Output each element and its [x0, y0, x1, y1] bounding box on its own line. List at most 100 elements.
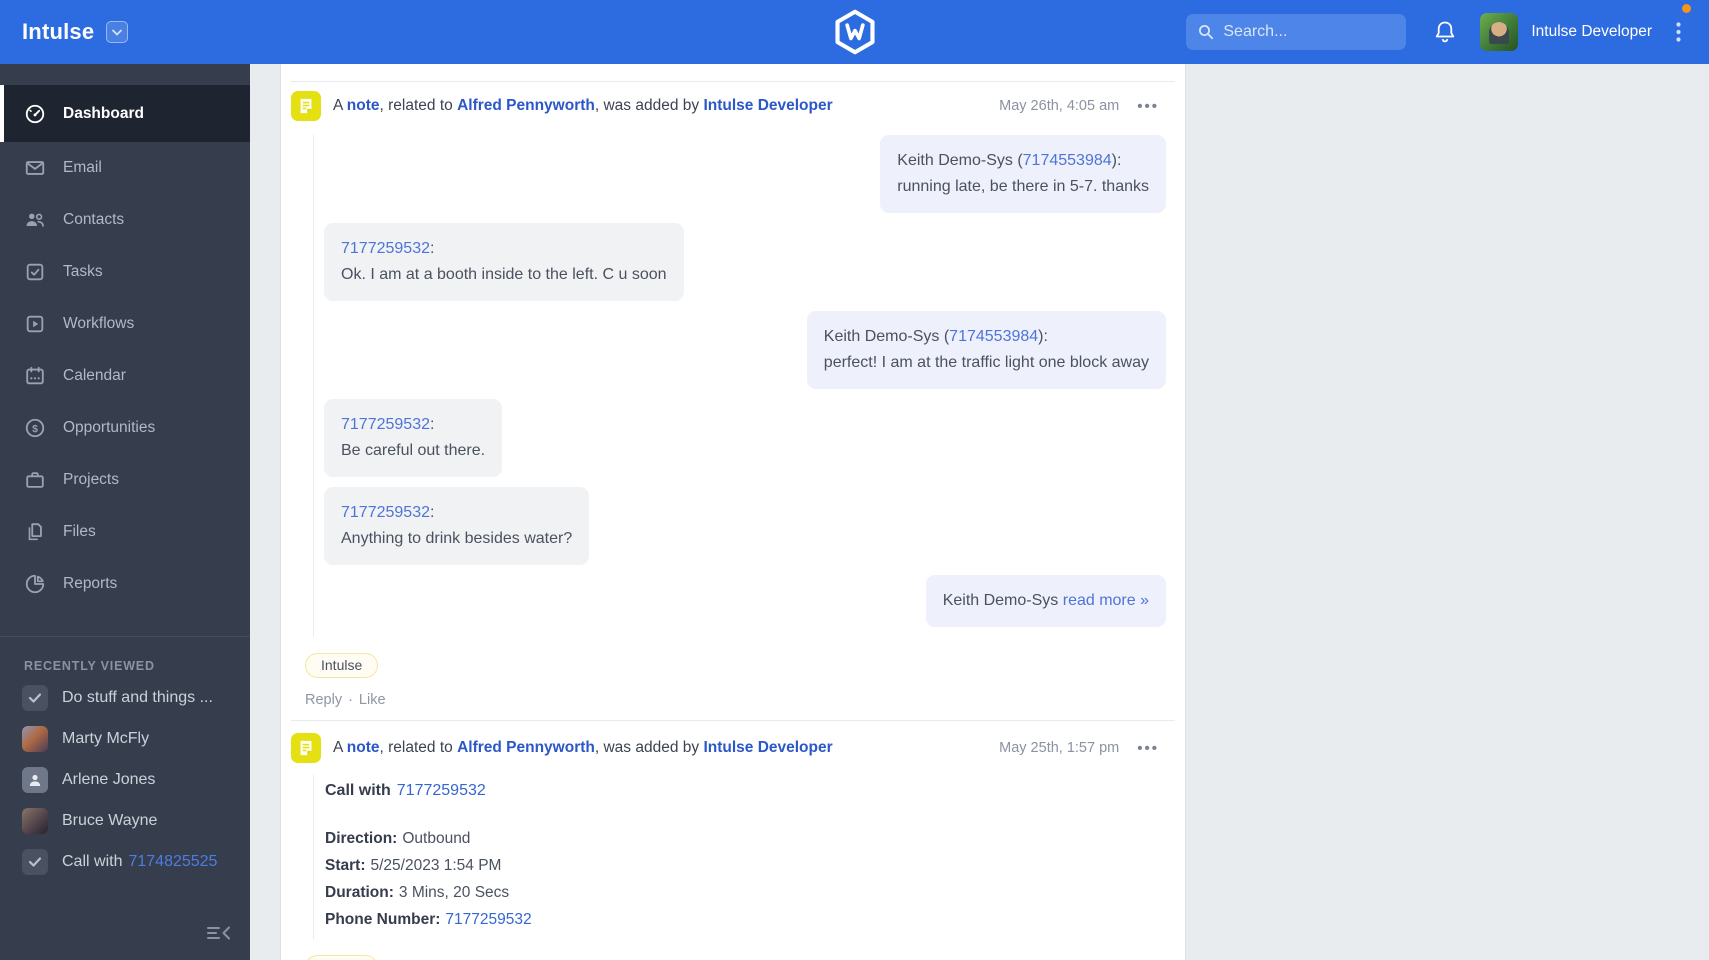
call-title: Call with 7177259532 — [325, 782, 486, 799]
sidebar-item-opportunities[interactable]: $ Opportunities — [0, 402, 250, 454]
contact-link[interactable]: Alfred Pennyworth — [457, 97, 595, 114]
note-link[interactable]: note — [347, 739, 380, 756]
envelope-icon — [24, 157, 46, 179]
sidebar-item-projects[interactable]: Projects — [0, 454, 250, 506]
task-check-icon — [22, 684, 48, 711]
note-icon — [291, 91, 321, 121]
note-header-sentence: A note, related to Alfred Pennyworth, wa… — [333, 739, 833, 756]
search-input[interactable] — [1223, 23, 1431, 41]
author-link[interactable]: Intulse Developer — [703, 97, 832, 114]
play-square-icon — [24, 313, 46, 335]
note-options-menu[interactable]: ••• — [1137, 740, 1159, 757]
notifications-bell-icon[interactable] — [1434, 20, 1456, 44]
brand-dropdown-button[interactable] — [106, 21, 129, 43]
reply-button[interactable]: Reply — [305, 692, 342, 708]
sidebar-item-tasks[interactable]: Tasks — [0, 246, 250, 298]
phone-number-link[interactable]: 7177259532 — [341, 504, 430, 521]
read-more-link[interactable]: read more » — [1063, 592, 1149, 609]
sms-bubble-readmore: Keith Demo-Sys read more » — [925, 575, 1166, 627]
sidebar-item-dashboard[interactable]: Dashboard — [0, 85, 250, 142]
like-button[interactable]: Like — [359, 692, 386, 708]
phone-number-link[interactable]: 7177259532 — [341, 416, 430, 433]
sms-sender: 7177259532: — [341, 240, 435, 257]
note-timestamp: May 25th, 1:57 pm — [999, 740, 1120, 756]
user-menu-kebab[interactable] — [1670, 4, 1691, 48]
tag-badge-intulse: Intulse — [305, 653, 379, 678]
contact-link[interactable]: Alfred Pennyworth — [457, 739, 595, 756]
pie-chart-icon — [24, 573, 46, 595]
note-header: A note, related to Alfred Pennyworth, wa… — [291, 733, 1175, 763]
note-timestamp: May 26th, 4:05 am — [999, 98, 1120, 114]
recent-item-label: Marty McFly — [62, 729, 150, 747]
recent-item-contact[interactable]: Arlene Jones — [0, 759, 250, 800]
phone-number-link[interactable]: 7177259532 — [397, 782, 486, 799]
sms-bubble-outgoing: 7177259532: Be careful out there. — [324, 399, 503, 477]
main-content-area: A note, related to Alfred Pennyworth, wa… — [250, 64, 1709, 960]
sms-text: Ok. I am at a booth inside to the left. … — [341, 266, 667, 283]
sms-text: Anything to drink besides water? — [341, 530, 573, 547]
sidebar-item-label: Opportunities — [63, 419, 156, 436]
sms-bubble-incoming: Keith Demo-Sys (7174553984): running lat… — [880, 135, 1166, 213]
recently-viewed-heading: RECENTLY VIEWED — [24, 659, 155, 673]
sidebar-item-label: Dashboard — [63, 104, 144, 122]
recent-item-label: Arlene Jones — [62, 770, 156, 788]
user-avatar[interactable] — [1480, 13, 1519, 51]
contact-photo-avatar — [22, 725, 48, 752]
sidebar-collapse-toggle[interactable] — [202, 920, 236, 946]
documents-icon — [24, 521, 46, 543]
sidebar-item-label: Tasks — [63, 263, 103, 280]
recent-item-contact[interactable]: Marty McFly — [0, 718, 250, 759]
sms-sender: 7177259532: — [341, 416, 435, 433]
note-header-sentence: A note, related to Alfred Pennyworth, wa… — [333, 97, 833, 114]
checkbox-icon — [24, 261, 46, 283]
tag-badge-intulse: Intulse — [305, 955, 379, 960]
sidebar-item-label: Contacts — [63, 211, 125, 228]
user-name-label: Intulse Developer — [1531, 23, 1652, 40]
note-options-menu[interactable]: ••• — [1137, 98, 1159, 115]
sidebar-item-label: Projects — [63, 471, 119, 488]
sms-thread: Keith Demo-Sys (7174553984): running lat… — [313, 135, 1175, 637]
search-box — [1186, 14, 1431, 50]
feed-item-note-2: A note, related to Alfred Pennyworth, wa… — [291, 721, 1175, 960]
phone-number-link[interactable]: 7174825525 — [128, 853, 217, 871]
collapse-icon — [207, 926, 230, 940]
brand-logo-text: Intulse — [22, 19, 95, 44]
note-link[interactable]: note — [347, 97, 380, 114]
phone-number-link[interactable]: 7177259532 — [341, 240, 430, 257]
contact-photo-avatar — [22, 807, 48, 834]
sidebar-item-workflows[interactable]: Workflows — [0, 298, 250, 350]
users-icon — [24, 209, 46, 231]
recent-item-label: Call with — [62, 852, 123, 870]
recent-item-contact[interactable]: Bruce Wayne — [0, 800, 250, 841]
sidebar-item-calendar[interactable]: Calendar — [0, 350, 250, 402]
sidebar-item-files[interactable]: Files — [0, 506, 250, 558]
call-field-duration: Duration: 3 Mins, 20 Secs — [325, 884, 510, 901]
call-field-start: Start: 5/25/2023 1:54 PM — [325, 857, 502, 874]
recent-item-call[interactable]: Call with 7174825525 — [0, 841, 250, 882]
notification-dot — [1682, 4, 1691, 13]
sidebar-item-label: Files — [63, 523, 96, 540]
author-link[interactable]: Intulse Developer — [703, 739, 832, 756]
recent-item-label: Bruce Wayne — [62, 811, 158, 829]
call-note-body: Call with 7177259532 Direction: Outbound S… — [313, 775, 1175, 939]
recent-item-task[interactable]: Do stuff and things ... — [0, 677, 250, 718]
sidebar-item-reports[interactable]: Reports — [0, 558, 250, 610]
intulse-hexagon-logo — [832, 9, 878, 55]
sidebar-nav: Dashboard Email Contacts Tasks Workflows — [0, 64, 250, 960]
sidebar-item-email[interactable]: Email — [0, 142, 250, 194]
sidebar-item-contacts[interactable]: Contacts — [0, 194, 250, 246]
note-icon — [291, 733, 321, 763]
phone-number-link[interactable]: 7174553984 — [1023, 152, 1112, 169]
call-field-direction: Direction: Outbound — [325, 830, 471, 847]
task-check-icon — [22, 848, 48, 875]
phone-number-link[interactable]: 7177259532 — [445, 911, 531, 928]
phone-number-link[interactable]: 7174553984 — [949, 328, 1038, 345]
previous-item-divider — [291, 64, 1175, 82]
top-bar: Intulse Intulse Developer — [0, 0, 1709, 64]
sms-text: perfect! I am at the traffic light one b… — [823, 354, 1149, 371]
sidebar-item-label: Workflows — [63, 315, 135, 332]
sms-text: running late, be there in 5-7. thanks — [897, 178, 1149, 195]
feed-item-note-1: A note, related to Alfred Pennyworth, wa… — [291, 82, 1175, 708]
sms-bubble-incoming: Keith Demo-Sys (7174553984): perfect! I … — [806, 311, 1166, 389]
sms-bubble-outgoing: 7177259532: Ok. I am at a booth inside t… — [324, 223, 684, 301]
